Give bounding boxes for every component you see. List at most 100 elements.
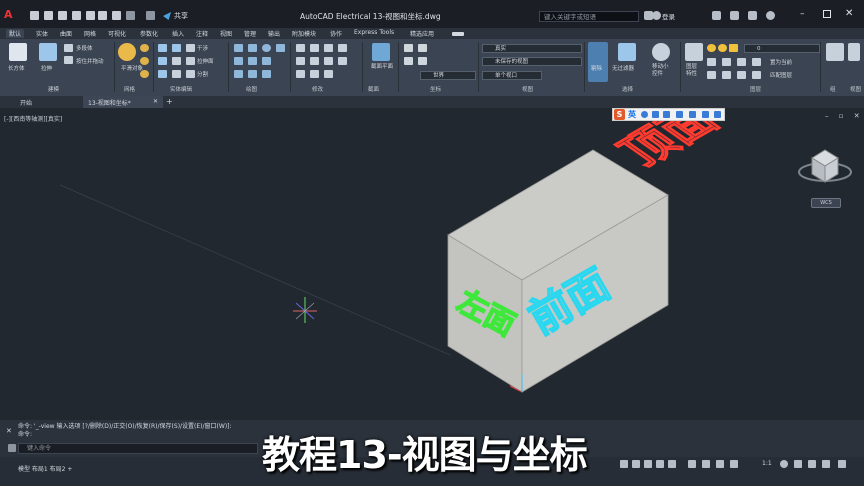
web-save-icon[interactable] [98,11,107,20]
set-current-layer-label[interactable]: 置为当前 [770,58,792,66]
app-logo[interactable]: A [4,8,26,22]
polysolid-icon[interactable] [64,44,73,52]
layer-tool-5-icon[interactable] [707,71,716,79]
move-gizmo-label[interactable]: 移动小控件 [652,64,670,78]
separate-label[interactable]: 分割 [197,70,208,78]
ime-emoji-icon[interactable] [652,111,659,118]
visual-style-dropdown[interactable]: 真实 [482,44,582,53]
file-tab-start[interactable]: 开始 [20,98,32,107]
tab-featured-apps[interactable]: 精选应用 [410,29,434,38]
undo-icon[interactable] [126,11,135,20]
scale-icon[interactable] [338,57,347,65]
ime-menu-icon[interactable] [714,111,721,118]
ime-tools-icon[interactable] [702,111,709,118]
extract-face-label[interactable]: 拉伸面 [197,57,214,65]
layer-tool-3-icon[interactable] [737,58,746,66]
minimize-button[interactable]: – [800,9,805,19]
ribbon-toggle-icon[interactable] [452,32,464,36]
polysolid-label[interactable]: 多段体 [76,44,93,52]
settings-gear-icon[interactable] [780,460,788,468]
new-file-icon[interactable] [30,11,39,20]
copy-icon[interactable] [324,44,333,52]
layer-tool-8-icon[interactable] [752,71,761,79]
web-open-icon[interactable] [86,11,95,20]
tab-visualize[interactable]: 可视化 [108,29,126,38]
interfere-label[interactable]: 干涉 [197,44,208,52]
tab-solid[interactable]: 实体 [36,29,48,38]
mesh-sphere-icon[interactable] [140,44,149,52]
panel-label-section[interactable]: 截面 [368,85,379,93]
viewcube[interactable] [798,149,852,183]
spline-icon[interactable] [248,70,257,78]
extrude-icon[interactable] [39,43,57,61]
wcs-menu[interactable]: WCS [811,198,841,208]
panel-label-view-extra[interactable]: 视图 [850,85,861,93]
smooth-object-label[interactable]: 平滑对象 [121,64,143,72]
culling-icon[interactable] [588,42,608,82]
isolate-objects-icon[interactable] [794,460,802,468]
circle-icon[interactable] [262,44,271,52]
mesh-refine-icon[interactable] [140,57,149,65]
array-icon[interactable] [296,70,305,78]
cart-icon[interactable] [730,11,739,20]
file-tab-close-icon[interactable]: ✕ [153,98,158,105]
presspull-icon[interactable] [64,56,73,64]
tab-output[interactable]: 输出 [268,29,280,38]
panel-label-solid-edit[interactable]: 实体编辑 [170,85,192,93]
no-filter-label[interactable]: 无过滤器 [612,64,634,72]
panel-label-coords[interactable]: 坐标 [430,85,441,93]
culling-label[interactable]: 剔除 [591,64,602,72]
new-tab-button[interactable]: + [166,97,173,106]
command-prompt-icon[interactable] [8,444,16,452]
clean-screen-icon[interactable] [822,460,830,468]
tab-parametric[interactable]: 参数化 [140,29,158,38]
union-icon[interactable] [158,44,167,52]
layer-tool-2-icon[interactable] [722,58,731,66]
erase-icon[interactable] [324,57,333,65]
rotate-icon[interactable] [310,44,319,52]
layer-properties-label[interactable]: 图层特性 [686,64,702,78]
hatch-icon[interactable] [234,70,243,78]
intersect-icon[interactable] [158,57,167,65]
slice-icon[interactable] [172,57,181,65]
extrude-button-label[interactable]: 拉伸 [41,64,52,72]
ellipse-icon[interactable] [262,57,271,65]
point-icon[interactable] [262,70,271,78]
box-icon[interactable] [9,43,27,61]
panel-label-draw[interactable]: 绘图 [246,85,257,93]
shell-icon[interactable] [158,70,167,78]
panel-label-modify[interactable]: 修改 [312,85,323,93]
layer-tool-6-icon[interactable] [722,71,731,79]
osnap-icon[interactable] [668,460,676,468]
ucs-dropdown[interactable]: 世界 [420,71,476,80]
arc-icon[interactable] [276,44,285,52]
autodesk-app-store-icon[interactable] [712,11,721,20]
user-icon[interactable] [652,11,661,20]
help-icon[interactable] [766,11,775,20]
annotation-scale-value[interactable]: 1:1 [762,460,772,467]
hardware-acceleration-icon[interactable] [808,460,816,468]
layer-lock-icon[interactable] [729,44,738,52]
ucs-origin-icon[interactable] [404,57,413,65]
layout-tabs[interactable]: 模型 布局1 布局2 + [18,464,72,473]
save-as-icon[interactable] [72,11,81,20]
ime-language-toggle[interactable]: 英 [628,109,636,120]
tab-insert[interactable]: 插入 [172,29,184,38]
match-layer-label[interactable]: 匹配图层 [770,71,792,79]
lineweight-icon[interactable] [730,460,738,468]
panel-label-view[interactable]: 视图 [522,85,533,93]
tab-view[interactable]: 视图 [220,29,232,38]
polar-icon[interactable] [656,460,664,468]
panel-label-layers[interactable]: 图层 [750,85,761,93]
save-icon[interactable] [58,11,67,20]
viewport-label[interactable]: [-][西南等轴测][真实] [4,114,62,123]
panel-label-modeling[interactable]: 建模 [48,85,59,93]
close-button[interactable]: ✕ [845,8,853,19]
login-button[interactable]: 登录 [662,11,675,21]
extract-face-icon[interactable] [186,57,195,65]
panel-label-selection[interactable]: 选择 [622,85,633,93]
fillet-icon[interactable] [310,57,319,65]
thicken-icon[interactable] [172,70,181,78]
mirror-icon[interactable] [338,44,347,52]
command-input[interactable]: 键入命令 [18,443,258,454]
